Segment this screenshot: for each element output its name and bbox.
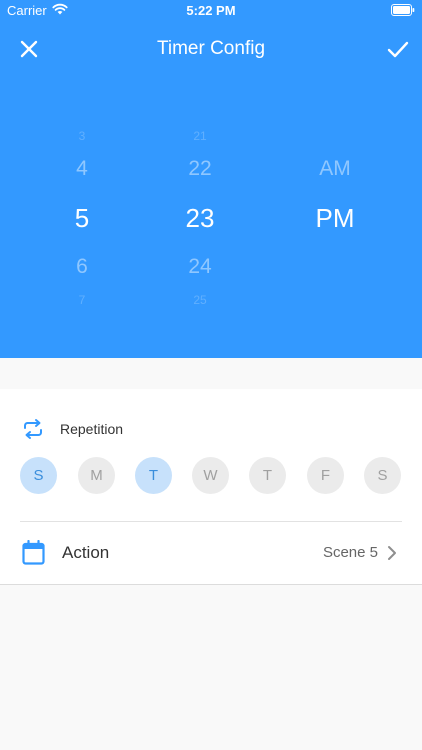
day-toggle-tuesday[interactable]: T xyxy=(135,457,172,494)
hour-selected[interactable]: 5 xyxy=(52,203,112,234)
page-title: Timer Config xyxy=(156,38,266,59)
hour-option[interactable]: 4 xyxy=(52,157,112,181)
repeat-icon xyxy=(24,419,42,439)
period-option[interactable]: AM xyxy=(285,157,385,181)
minute-option[interactable]: 24 xyxy=(170,255,230,279)
day-toggle-saturday[interactable]: S xyxy=(364,457,401,494)
day-toggle-sunday[interactable]: S xyxy=(20,457,57,494)
calendar-icon xyxy=(22,540,45,565)
day-toggle-wednesday[interactable]: W xyxy=(192,457,229,494)
status-time: 5:22 PM xyxy=(186,3,236,18)
hour-option[interactable]: 3 xyxy=(52,129,112,143)
chevron-right-icon xyxy=(388,546,396,560)
period-picker[interactable]: AM PM xyxy=(285,120,385,310)
day-toggle-thursday[interactable]: T xyxy=(249,457,286,494)
hour-option[interactable]: 7 xyxy=(52,293,112,307)
minute-option[interactable]: 25 xyxy=(170,293,230,307)
minute-option[interactable]: 21 xyxy=(170,129,230,143)
day-toggle-monday[interactable]: M xyxy=(78,457,115,494)
action-label: Action xyxy=(62,543,110,562)
checkmark-icon xyxy=(387,41,409,58)
status-bar: Carrier 5:22 PM xyxy=(0,0,422,22)
minute-picker[interactable]: 21 22 23 24 25 xyxy=(170,120,230,310)
hour-picker[interactable]: 3 4 5 6 7 xyxy=(52,120,112,310)
minute-selected[interactable]: 23 xyxy=(170,203,230,234)
battery-icon xyxy=(391,4,415,16)
section-bottom-border xyxy=(0,584,422,585)
repetition-label: Repetition xyxy=(60,421,124,437)
hour-option[interactable]: 6 xyxy=(52,255,112,279)
period-selected[interactable]: PM xyxy=(285,203,385,234)
confirm-button[interactable] xyxy=(386,38,410,60)
action-value: Scene 5 xyxy=(322,544,378,561)
header: Carrier 5:22 PM Timer Config 3 4 5 6 7 2… xyxy=(0,0,422,358)
minute-option[interactable]: 22 xyxy=(170,157,230,181)
day-toggle-friday[interactable]: F xyxy=(307,457,344,494)
